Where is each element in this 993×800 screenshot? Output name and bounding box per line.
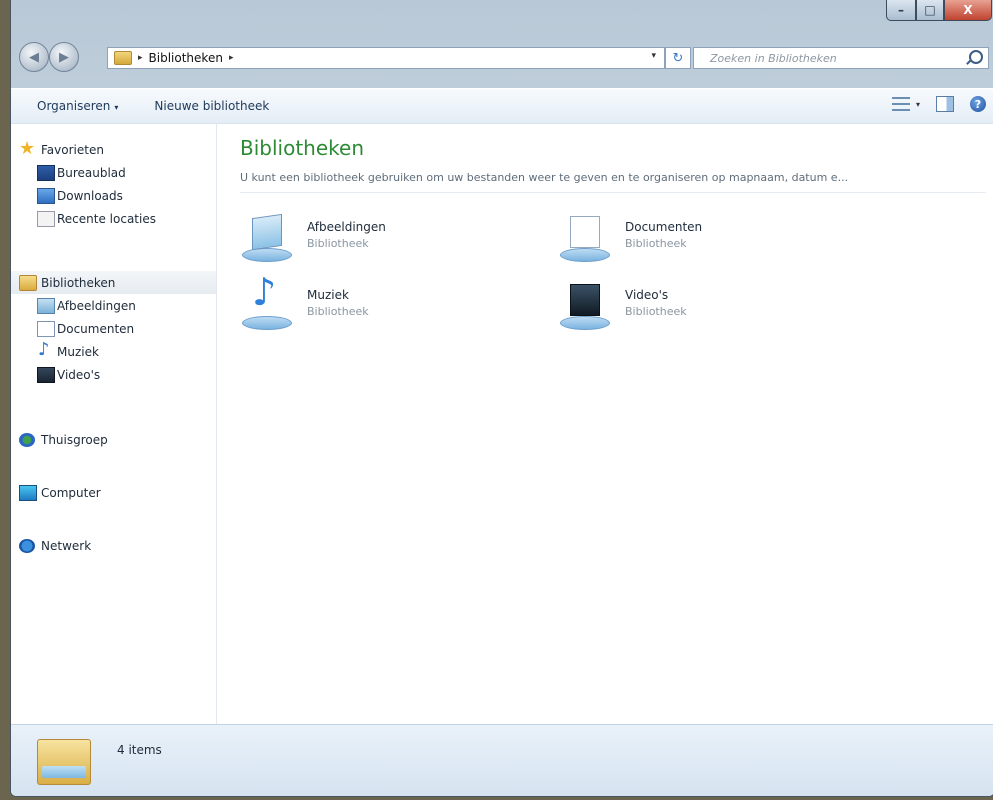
explorer-window: – □ X ◀ ▶ ▸ Bibliotheken ▸ ▾ ↻ Zoeken in… [10, 0, 993, 797]
organize-button[interactable]: Organiseren ▾ [37, 99, 118, 113]
sidebar-item-label: Thuisgroep [41, 432, 108, 447]
library-item-pictures[interactable]: Afbeeldingen Bibliotheek [240, 210, 500, 270]
network-icon [19, 538, 35, 553]
library-type: Bibliotheek [307, 305, 369, 318]
star-icon [19, 138, 35, 159]
page-description: U kunt een bibliotheek gebruiken om uw b… [240, 171, 849, 184]
sidebar-item-music[interactable]: Muziek [11, 339, 216, 363]
video-icon [37, 366, 55, 383]
sidebar-item-computer[interactable]: Computer [11, 481, 216, 504]
library-name: Muziek [307, 288, 349, 302]
library-type: Bibliotheek [307, 237, 369, 250]
sidebar-item-label: Downloads [57, 188, 123, 203]
divider [240, 192, 986, 193]
back-button[interactable]: ◀ [19, 42, 49, 72]
sidebar-item-label: Computer [41, 485, 101, 500]
maximize-button[interactable]: □ [916, 0, 944, 21]
close-button[interactable]: X [944, 0, 992, 21]
sidebar-item-label: Afbeeldingen [57, 298, 136, 313]
sidebar-item-label: Favorieten [41, 142, 104, 157]
pictures-library-icon [240, 213, 292, 262]
library-name: Afbeeldingen [307, 220, 386, 234]
libraries-folder-icon [37, 739, 91, 785]
libraries-folder-icon [19, 274, 37, 291]
toolbar-right: ▾ ? [891, 96, 986, 112]
favorites-group: Favorieten Bureaublad Downloads Recente … [11, 138, 216, 230]
library-item-videos[interactable]: Video's Bibliotheek [558, 278, 818, 338]
library-name: Video's [625, 288, 669, 302]
sidebar-item-label: Video's [57, 367, 101, 382]
network-group: Netwerk [11, 534, 216, 557]
recent-icon [37, 210, 55, 227]
address-bar[interactable]: ▸ Bibliotheken ▸ ▾ [107, 47, 665, 69]
content-area: Favorieten Bureaublad Downloads Recente … [11, 123, 993, 724]
library-name: Documenten [625, 220, 703, 234]
library-item-documents[interactable]: Documenten Bibliotheek [558, 210, 818, 270]
sidebar-item-desktop[interactable]: Bureaublad [11, 161, 216, 184]
minimize-button[interactable]: – [886, 0, 916, 21]
sidebar-item-label: Bibliotheken [41, 275, 116, 290]
breadcrumb-bibliotheken[interactable]: Bibliotheken [149, 51, 223, 65]
window-controls: – □ X [886, 0, 992, 21]
forward-button[interactable]: ▶ [49, 42, 79, 72]
new-library-button[interactable]: Nieuwe bibliotheek [154, 99, 269, 113]
breadcrumb-separator[interactable]: ▸ [138, 53, 143, 63]
sidebar-item-label: Documenten [57, 321, 135, 336]
preview-pane-icon[interactable] [936, 96, 954, 112]
homegroup-group: Thuisgroep [11, 428, 216, 451]
homegroup-icon [19, 432, 35, 447]
music-icon [37, 339, 53, 360]
refresh-button[interactable]: ↻ [665, 47, 691, 69]
library-type: Bibliotheek [625, 305, 687, 318]
pictures-icon [37, 297, 55, 314]
item-count: 4 items [117, 743, 162, 757]
sidebar-item-label: Muziek [57, 344, 99, 359]
sidebar-item-label: Netwerk [41, 538, 92, 553]
sidebar-item-recent[interactable]: Recente locaties [11, 207, 216, 230]
address-dropdown-icon[interactable]: ▾ [651, 51, 656, 61]
search-icon[interactable] [969, 50, 983, 64]
sidebar-item-downloads[interactable]: Downloads [11, 184, 216, 207]
libraries-group: Bibliotheken Afbeeldingen Documenten Muz… [11, 271, 216, 386]
breadcrumb-separator-trailing[interactable]: ▸ [229, 53, 234, 63]
sidebar-item-label: Bureaublad [57, 165, 126, 180]
sidebar-item-libraries[interactable]: Bibliotheken [11, 271, 216, 294]
organize-label: Organiseren [37, 99, 111, 113]
chevron-down-icon: ▾ [114, 103, 119, 112]
documents-library-icon [558, 214, 610, 262]
documents-icon [37, 320, 55, 337]
search-placeholder: Zoeken in Bibliotheken [710, 51, 837, 65]
search-input[interactable]: Zoeken in Bibliotheken [693, 47, 989, 69]
views-dropdown-icon[interactable]: ▾ [916, 100, 920, 109]
sidebar-item-videos[interactable]: Video's [11, 363, 216, 386]
command-bar: Organiseren ▾ Nieuwe bibliotheek ▾ ? [11, 88, 993, 124]
navigation-pane: Favorieten Bureaublad Downloads Recente … [11, 124, 217, 724]
computer-group: Computer [11, 481, 216, 504]
computer-icon [19, 484, 37, 501]
video-library-icon [558, 282, 610, 330]
library-item-music[interactable]: Muziek Bibliotheek [240, 270, 500, 338]
page-title: Bibliotheken [240, 136, 364, 160]
sidebar-item-pictures[interactable]: Afbeeldingen [11, 294, 216, 317]
desktop-icon [37, 164, 55, 181]
sidebar-item-favorites[interactable]: Favorieten [11, 138, 216, 161]
sidebar-item-documents[interactable]: Documenten [11, 317, 216, 340]
downloads-icon [37, 187, 55, 204]
sidebar-item-network[interactable]: Netwerk [11, 534, 216, 557]
file-list-pane: Bibliotheken U kunt een bibliotheek gebr… [217, 124, 993, 724]
library-type: Bibliotheek [625, 237, 687, 250]
music-library-icon [240, 270, 292, 330]
title-bar[interactable]: – □ X [11, 0, 993, 32]
sidebar-item-homegroup[interactable]: Thuisgroep [11, 428, 216, 451]
sidebar-item-label: Recente locaties [57, 211, 156, 226]
libraries-folder-icon [114, 51, 132, 65]
address-row: ◀ ▶ ▸ Bibliotheken ▸ ▾ ↻ Zoeken in Bibli… [11, 38, 993, 80]
help-icon[interactable]: ? [970, 96, 986, 112]
details-pane: 4 items [11, 724, 993, 796]
change-view-icon[interactable] [891, 97, 910, 111]
